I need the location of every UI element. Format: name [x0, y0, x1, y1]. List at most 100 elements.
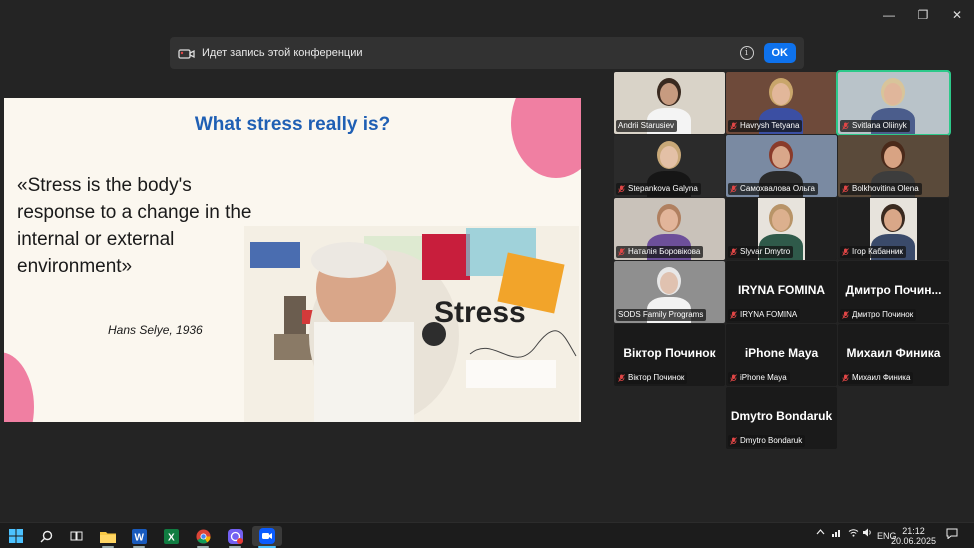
mic-muted-icon — [618, 374, 625, 382]
close-button[interactable]: ✕ — [940, 6, 974, 24]
participant-name: Наталія Боровікова — [628, 247, 701, 256]
participant-display-name: Михаил Финика — [846, 346, 941, 360]
mic-muted-icon — [730, 374, 737, 382]
participant-nameplate: Самохвалова Ольга — [728, 183, 818, 195]
participant-display-name: Dmytro Bondaruk — [730, 409, 833, 423]
participant-display-name: Віктор Починок — [623, 346, 716, 360]
mic-muted-icon — [618, 185, 625, 193]
mic-muted-icon — [842, 311, 849, 319]
slide-decoration — [511, 98, 581, 178]
clock[interactable]: 21:12 20.06.2025 — [891, 526, 936, 546]
recording-camera-icon — [178, 47, 196, 59]
mic-muted-icon — [730, 248, 737, 256]
viber-icon[interactable] — [223, 526, 247, 548]
participant-name: Михаил Финика — [852, 373, 911, 382]
participant-tile[interactable]: IRYNA FOMINA IRYNA FOMINA — [726, 261, 837, 323]
participant-name: Slyvar Dmytro — [740, 247, 791, 256]
participant-name: Самохвалова Ольга — [740, 184, 815, 193]
participant-tile[interactable]: Stepankova Galyna — [614, 135, 725, 197]
mic-muted-icon — [730, 311, 737, 319]
participant-name: iPhone Maya — [740, 373, 787, 382]
participant-name: Віктор Починок — [628, 373, 685, 382]
participant-tile[interactable]: Havrysh Tetyana — [726, 72, 837, 134]
recording-banner: Идет запись этой конференции i OK — [170, 37, 804, 69]
participant-display-name: Дмитро Почин... — [845, 283, 942, 297]
mic-muted-icon — [842, 185, 849, 193]
mic-muted-icon — [730, 437, 737, 445]
slide-quote: «Stress is the body's response to a chan… — [17, 175, 252, 277]
mic-muted-icon — [842, 122, 849, 130]
file-explorer-icon[interactable] — [96, 526, 120, 548]
notifications-icon[interactable] — [946, 528, 958, 541]
participant-name: Bolkhovitina Olena — [852, 184, 919, 193]
windows-taskbar: W X ENG 21:12 20.06.2025 — [0, 522, 974, 548]
excel-icon[interactable]: X — [159, 526, 183, 546]
participant-nameplate: Andrii Starusiev — [616, 120, 678, 132]
participant-tile[interactable]: Bolkhovitina Olena — [838, 135, 949, 197]
maximize-button[interactable]: ❐ — [906, 6, 940, 24]
participant-name: Havrysh Tetyana — [740, 121, 800, 130]
word-icon[interactable]: W — [127, 526, 151, 548]
participant-tile[interactable]: Михаил Финика Михаил Финика — [838, 324, 949, 386]
participant-nameplate: Дмитро Починок — [840, 309, 917, 321]
svg-text:X: X — [168, 532, 175, 543]
participant-nameplate: Віктор Починок — [616, 372, 688, 384]
participant-nameplate: Svitlana Oliinyk — [840, 120, 910, 132]
participant-nameplate: Dmytro Bondaruk — [728, 435, 806, 447]
participant-tile[interactable]: SODS Family Programs — [614, 261, 725, 323]
participant-nameplate: Михаил Финика — [840, 372, 914, 384]
participant-tile[interactable]: Віктор Починок Віктор Починок — [614, 324, 725, 386]
window-controls: — ❐ ✕ — [872, 6, 974, 24]
ok-button[interactable]: OK — [763, 43, 796, 63]
participant-name: Дмитро Починок — [852, 310, 914, 319]
chevron-up-icon[interactable] — [816, 528, 825, 538]
participant-tile[interactable]: Самохвалова Ольга — [726, 135, 837, 197]
participant-tile[interactable]: Dmytro Bondaruk Dmytro Bondaruk — [726, 387, 837, 449]
shared-screen-slide: What stress really is? «Stress is the bo… — [4, 98, 581, 422]
participant-nameplate: Havrysh Tetyana — [728, 120, 803, 132]
participant-nameplate: Slyvar Dmytro — [728, 246, 794, 258]
windows-logo-icon — [9, 529, 23, 543]
chrome-icon[interactable] — [191, 526, 215, 548]
participant-tile[interactable]: Svitlana Oliinyk — [836, 70, 951, 136]
task-view-icon[interactable] — [64, 526, 88, 546]
mic-muted-icon — [730, 185, 737, 193]
start-button[interactable] — [4, 526, 28, 546]
participant-tile[interactable]: Slyvar Dmytro — [726, 198, 837, 260]
mic-muted-icon — [618, 248, 625, 256]
participant-tile[interactable]: Дмитро Почин... Дмитро Починок — [838, 261, 949, 323]
participant-display-name: IRYNA FOMINA — [737, 283, 826, 297]
participant-tile[interactable]: Ігор Кабанник — [838, 198, 949, 260]
participant-nameplate: Bolkhovitina Olena — [840, 183, 922, 195]
clock-time: 21:12 — [902, 526, 925, 536]
participant-display-name: iPhone Maya — [744, 346, 819, 360]
slide-title: What stress really is? — [194, 114, 391, 135]
participant-tile[interactable]: iPhone Maya iPhone Maya — [726, 324, 837, 386]
participant-name: Svitlana Oliinyk — [852, 121, 907, 130]
wifi-icon[interactable] — [848, 528, 859, 539]
mic-muted-icon — [842, 374, 849, 382]
zoom-icon[interactable] — [252, 526, 282, 548]
participant-nameplate: Stepankova Galyna — [616, 183, 701, 195]
participant-nameplate: SODS Family Programs — [616, 309, 707, 321]
slide-decoration — [4, 352, 34, 422]
participant-tile[interactable]: Наталія Боровікова — [614, 198, 725, 260]
speaker-icon[interactable] — [862, 528, 873, 539]
info-icon[interactable]: i — [739, 46, 754, 60]
participant-name: SODS Family Programs — [618, 310, 704, 319]
participant-nameplate: iPhone Maya — [728, 372, 790, 384]
svg-text:W: W — [134, 532, 144, 543]
participant-tile[interactable]: Andrii Starusiev — [614, 72, 725, 134]
participant-name: Ігор Кабанник — [852, 247, 903, 256]
participant-name: Dmytro Bondaruk — [740, 436, 803, 445]
participant-name: IRYNA FOMINA — [740, 310, 798, 319]
minimize-button[interactable]: — — [872, 6, 906, 24]
participant-nameplate: Наталія Боровікова — [616, 246, 704, 258]
network-icon[interactable] — [832, 528, 842, 539]
clock-date: 20.06.2025 — [890, 536, 936, 546]
participant-name: Andrii Starusiev — [618, 121, 675, 130]
search-icon[interactable] — [34, 526, 58, 546]
participant-nameplate: Ігор Кабанник — [840, 246, 906, 258]
mic-muted-icon — [842, 248, 849, 256]
participant-nameplate: IRYNA FOMINA — [728, 309, 801, 321]
